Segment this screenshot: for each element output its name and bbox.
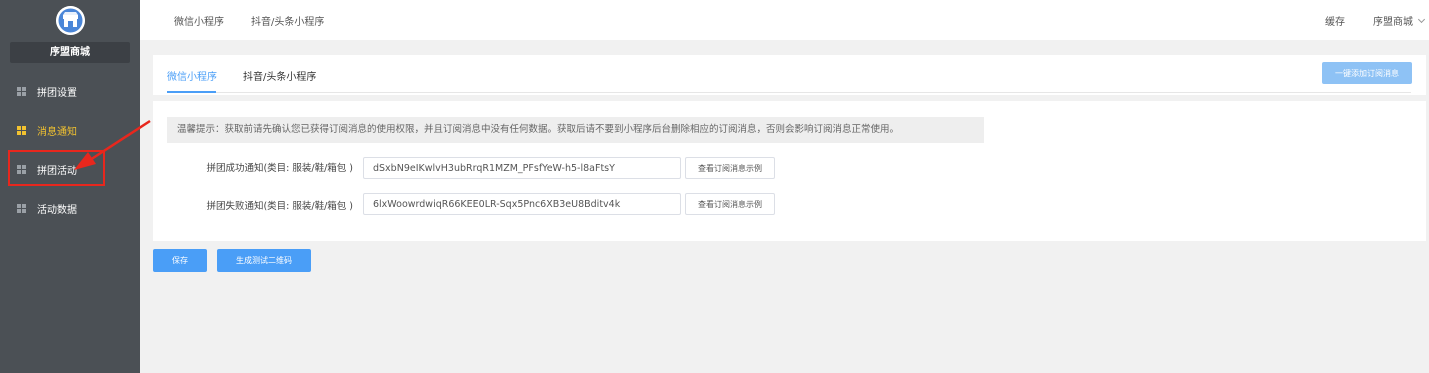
top-tab-wechat[interactable]: 微信小程序: [174, 13, 224, 28]
sidebar-item-label: 活动数据: [37, 204, 77, 216]
user-menu-label: 序盟商城: [1373, 17, 1413, 28]
view-example-button[interactable]: 查看订阅消息示例: [685, 157, 775, 179]
chevron-down-icon: [1417, 15, 1426, 24]
add-subscription-button[interactable]: 一键添加订阅消息: [1322, 62, 1412, 84]
tab-wechat-miniprogram[interactable]: 微信小程序: [167, 68, 217, 83]
tabs-panel: 微信小程序 抖音/头条小程序 一键添加订阅消息: [153, 55, 1426, 95]
store-icon[interactable]: [56, 6, 85, 35]
view-example-button[interactable]: 查看订阅消息示例: [685, 193, 775, 215]
user-menu[interactable]: 序盟商城: [1373, 13, 1426, 28]
sidebar: 序盟商城 拼团设置 消息通知 拼团活动 活动数据: [0, 0, 140, 373]
save-button[interactable]: 保存: [153, 249, 207, 272]
grid-icon: [17, 125, 26, 135]
grid-icon: [17, 203, 26, 213]
sidebar-item-activity-data[interactable]: 活动数据: [0, 189, 140, 227]
active-tab-indicator: [167, 91, 216, 93]
success-notify-label: 拼团成功通知(类目: 服装/鞋/箱包 ): [206, 163, 353, 174]
success-template-id-input[interactable]: [363, 157, 681, 179]
tip-banner: 温馨提示：获取前请先确认您已获得订阅消息的使用权限，并且订阅消息中没有任何数据。…: [167, 117, 984, 143]
top-bar: 微信小程序 抖音/头条小程序 缓存 序盟商城: [140, 0, 1429, 40]
grid-icon: [17, 86, 26, 96]
sidebar-item-group-settings[interactable]: 拼团设置: [0, 72, 140, 110]
generate-qr-button[interactable]: 生成测试二维码: [217, 249, 311, 272]
top-tab-douyin[interactable]: 抖音/头条小程序: [251, 13, 324, 28]
sidebar-item-label: 拼团设置: [37, 87, 77, 99]
sidebar-item-message-notify[interactable]: 消息通知: [0, 111, 140, 149]
tabs-divider: [167, 92, 1411, 93]
tab-douyin-miniprogram[interactable]: 抖音/头条小程序: [243, 68, 316, 83]
form-panel: 温馨提示：获取前请先确认您已获得订阅消息的使用权限，并且订阅消息中没有任何数据。…: [153, 101, 1426, 241]
cache-button[interactable]: 缓存: [1325, 13, 1345, 28]
fail-notify-label: 拼团失败通知(类目: 服装/鞋/箱包 ): [206, 201, 353, 212]
shop-name: 序盟商城: [10, 42, 130, 63]
annotation-highlight-box: [8, 150, 105, 186]
fail-template-id-input[interactable]: [363, 193, 681, 215]
sidebar-item-label: 消息通知: [37, 126, 77, 138]
